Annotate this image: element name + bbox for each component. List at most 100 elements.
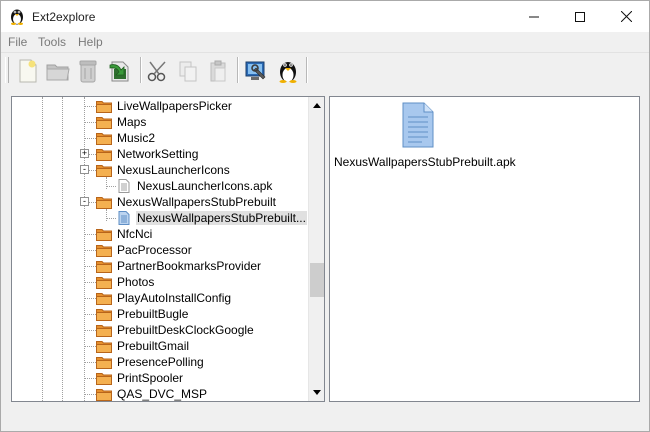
tree-item[interactable]: PacProcessor [12,242,308,258]
tree-connector [84,138,96,139]
folder-icon [96,275,112,289]
scroll-thumb[interactable] [310,263,324,297]
folder-icon [96,323,112,337]
scroll-up-button[interactable] [309,97,324,114]
tree-item[interactable]: - NexusWallpapersStubPrebuilt [12,194,308,210]
folder-icon [96,387,112,401]
linux-button[interactable] [275,58,301,84]
folder-icon [96,371,112,385]
arrow-down-icon [313,390,321,395]
close-icon [620,11,632,22]
tree-item-label: Photos [117,275,155,289]
folder-icon [96,131,112,145]
tree-connector [84,250,96,251]
cut-button[interactable] [145,58,171,84]
tree-connector [84,314,96,315]
tree-connector [106,186,116,187]
expand-icon[interactable]: + [80,149,89,158]
tree-item-label: Music2 [117,131,156,145]
tree-item-label: Maps [117,115,147,129]
tree-item[interactable]: PartnerBookmarksProvider [12,258,308,274]
delete-icon [79,60,97,83]
linux-icon [279,62,297,83]
tree-connector [84,298,96,299]
tree-connector [84,362,96,363]
toolbar [1,52,649,87]
tree-connector [84,106,96,107]
document-icon [402,102,434,148]
tree-item[interactable]: PrebuiltBugle [12,306,308,322]
tree-item[interactable]: PrebuiltDeskClockGoogle [12,322,308,338]
new-button[interactable] [15,58,41,84]
tree-item[interactable]: PrintSpooler [12,370,308,386]
folder-icon [96,339,112,353]
tree-item[interactable]: QAS_DVC_MSP [12,386,308,401]
title-bar: Ext2explore [1,1,649,32]
menu-tools[interactable]: Tools [38,35,66,49]
file-icon [116,211,132,225]
tree-item[interactable]: LiveWallpapersPicker [12,98,308,114]
toolbar-separator [140,57,142,83]
folder-icon [96,259,112,273]
tree-item-label: PlayAutoInstallConfig [117,291,232,305]
tree-item[interactable]: - NexusLauncherIcons [12,162,308,178]
toolbar-separator [306,57,308,83]
folder-icon [96,147,112,161]
close-button[interactable] [603,1,649,32]
open-button[interactable] [45,58,71,84]
cut-icon [147,61,166,82]
folder-icon [96,307,112,321]
paste-button[interactable] [205,58,231,84]
tree-item[interactable]: Music2 [12,130,308,146]
tree-connector [84,330,96,331]
file-name: NexusWallpapersStubPrebuilt.apk [334,155,516,169]
tree-item[interactable]: PlayAutoInstallConfig [12,290,308,306]
menu-help[interactable]: Help [78,35,103,49]
menu-bar: File Tools Help [1,32,649,52]
delete-button[interactable] [75,58,101,84]
window-title: Ext2explore [32,10,96,24]
tree-item[interactable]: + NetworkSetting [12,146,308,162]
tree-item-label: PrintSpooler [117,371,184,385]
toolbar-grip[interactable] [5,57,9,83]
copy-icon [179,61,197,82]
tree-item[interactable]: NexusWallpapersStubPrebuilt... [12,210,308,226]
tree-item-label: NfcNci [117,227,153,241]
collapse-icon[interactable]: - [80,197,89,206]
tree-item[interactable]: PrebuiltGmail [12,338,308,354]
folder-tree[interactable]: LiveWallpapersPicker Maps Music2 + NetworkSe… [11,96,325,402]
tree-item-label: PrebuiltGmail [117,339,190,353]
tree-item[interactable]: NfcNci [12,226,308,242]
tree-item-label: NexusLauncherIcons [117,163,230,177]
tree-item-label: QAS_DVC_MSP [117,387,208,401]
tree-connector [84,378,96,379]
tree-item-label: NetworkSetting [117,147,199,161]
file-item[interactable]: NexusWallpapersStubPrebuilt.apk [334,101,516,169]
collapse-icon[interactable]: - [80,165,89,174]
tree-connector [84,394,96,395]
minimize-button[interactable] [511,1,557,32]
tree-item[interactable]: Photos [12,274,308,290]
save-button[interactable] [107,58,133,84]
tree-item[interactable]: Maps [12,114,308,130]
linux-penguin-icon [11,9,23,25]
menu-file[interactable]: File [8,35,27,49]
tree-item-label: NexusLauncherIcons.apk [137,179,273,193]
tree-connector [84,234,96,235]
paste-icon [210,60,226,82]
save-icon [109,61,129,82]
file-list-pane[interactable]: NexusWallpapersStubPrebuilt.apk [329,96,640,402]
copy-button[interactable] [175,58,201,84]
tree-scrollbar[interactable] [308,97,324,401]
file-icon [116,179,132,193]
tree-item-label: PrebuiltBugle [117,307,189,321]
open-folder-icon [46,64,70,81]
folder-icon [96,227,112,241]
settings-button[interactable] [243,58,269,84]
maximize-button[interactable] [557,1,603,32]
app-window: Ext2explore File Tools Help LiveWallpape… [0,0,650,432]
tree-item[interactable]: NexusLauncherIcons.apk [12,178,308,194]
scroll-down-button[interactable] [309,384,324,401]
folder-icon [96,115,112,129]
tree-item[interactable]: PresencePolling [12,354,308,370]
